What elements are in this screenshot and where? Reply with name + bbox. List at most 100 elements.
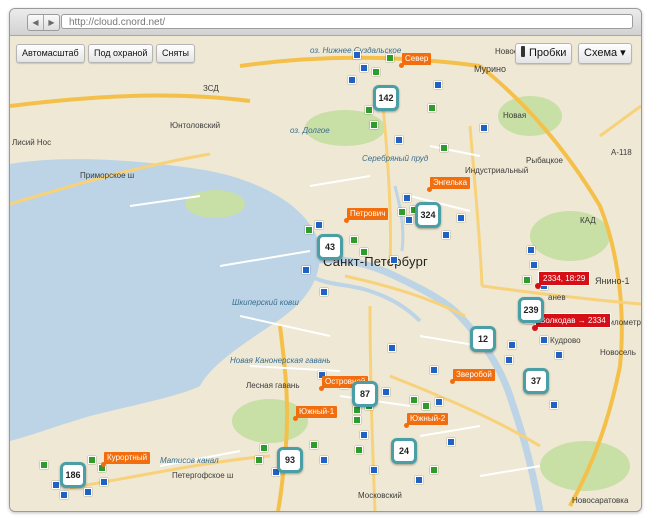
cluster-petrovich[interactable]: 43 (317, 234, 343, 260)
cluster-zverobor[interactable]: 37 (523, 368, 549, 394)
label-yuzhny2[interactable]: Южный-2 (403, 413, 449, 428)
label-petrovich[interactable]: Петрович (343, 208, 389, 223)
place-anevka: анев (548, 293, 566, 302)
green-marker[interactable] (422, 402, 430, 410)
road-a118 (599, 104, 641, 138)
blue-marker[interactable] (382, 388, 390, 396)
traffic-label: Пробки (529, 47, 567, 59)
blue-marker[interactable] (353, 51, 361, 59)
cluster-yuzhny1[interactable]: 93 (277, 447, 303, 473)
green-marker[interactable] (372, 68, 380, 76)
cluster-yuzhny2[interactable]: 24 (391, 438, 417, 464)
blue-marker[interactable] (315, 221, 323, 229)
alert-label-2[interactable]: Волкодав → 2334 (532, 313, 611, 331)
blue-marker[interactable] (442, 231, 450, 239)
green-marker[interactable] (386, 54, 394, 62)
green-marker[interactable] (440, 144, 448, 152)
place-novoselye: Новосель (600, 348, 636, 357)
park-east (530, 211, 610, 261)
blue-marker[interactable] (550, 401, 558, 409)
cluster-east[interactable]: 239 (518, 297, 544, 323)
blue-marker[interactable] (360, 64, 368, 72)
green-marker[interactable] (255, 456, 263, 464)
address-bar[interactable]: http://cloud.cnord.net/ (61, 14, 633, 29)
blue-marker[interactable] (302, 266, 310, 274)
disarmed-filter-button[interactable]: Сняты (156, 44, 195, 63)
blue-marker[interactable] (403, 194, 411, 202)
blue-marker[interactable] (52, 481, 60, 489)
cluster-engelka[interactable]: 324 (415, 202, 441, 228)
green-marker[interactable] (365, 106, 373, 114)
green-marker[interactable] (40, 461, 48, 469)
blue-marker[interactable] (457, 214, 465, 222)
green-marker[interactable] (370, 121, 378, 129)
blue-marker[interactable] (480, 124, 488, 132)
place-moskovsky: Московский (358, 491, 402, 500)
label-yuzhny1[interactable]: Южный-1 (292, 406, 338, 421)
small-river (393, 185, 405, 252)
park-west (185, 190, 245, 218)
label-kurortny[interactable]: Курортный (100, 452, 151, 467)
blue-marker[interactable] (508, 341, 516, 349)
forward-arrow-icon[interactable]: ▶ (43, 15, 59, 30)
green-marker[interactable] (305, 226, 313, 234)
green-marker[interactable] (355, 446, 363, 454)
green-marker[interactable] (523, 276, 531, 284)
blue-marker[interactable] (320, 288, 328, 296)
road-label-kad: КАД (580, 216, 596, 225)
cluster-center[interactable]: 12 (470, 326, 496, 352)
back-arrow-icon[interactable]: ◀ (28, 15, 43, 30)
blue-marker[interactable] (415, 476, 423, 484)
traffic-button[interactable]: Пробки (515, 43, 573, 64)
ring-road (478, 64, 624, 507)
label-sever[interactable]: Север (398, 53, 432, 68)
map-type-dropdown[interactable]: Схема ▾ (578, 43, 632, 64)
blue-marker[interactable] (395, 136, 403, 144)
place-murino: Мурино (474, 64, 507, 74)
browser-toolbar: ◀ ▶ http://cloud.cnord.net/ (10, 9, 641, 36)
green-marker[interactable] (410, 396, 418, 404)
place-novaya: Новая (503, 111, 527, 120)
blue-marker[interactable] (360, 431, 368, 439)
blue-marker[interactable] (430, 366, 438, 374)
armed-filter-button[interactable]: Под охраной (88, 44, 154, 63)
place-kilometr: километр (606, 318, 641, 327)
green-marker[interactable] (398, 208, 406, 216)
label-zverobor[interactable]: Зверобой (450, 369, 495, 384)
blue-marker[interactable] (348, 76, 356, 84)
place-novosaratovka: Новосаратовка (572, 496, 629, 505)
green-marker[interactable] (260, 444, 268, 452)
place-lesnaya: Лесная гавань (246, 381, 300, 390)
green-marker[interactable] (350, 236, 358, 244)
green-marker[interactable] (353, 416, 361, 424)
green-marker[interactable] (428, 104, 436, 112)
alert-label-1[interactable]: 2334, 18:29 (534, 271, 591, 289)
blue-marker[interactable] (527, 246, 535, 254)
blue-marker[interactable] (388, 344, 396, 352)
label-engelka[interactable]: Энгелька (426, 177, 471, 192)
green-marker[interactable] (88, 456, 96, 464)
blue-marker[interactable] (505, 356, 513, 364)
green-marker[interactable] (430, 466, 438, 474)
green-marker[interactable] (353, 406, 361, 414)
blue-marker[interactable] (320, 456, 328, 464)
blue-marker[interactable] (370, 466, 378, 474)
auto-scale-button[interactable]: Автомасштаб (16, 44, 85, 63)
blue-marker[interactable] (447, 438, 455, 446)
blue-marker[interactable] (530, 261, 538, 269)
blue-marker[interactable] (390, 256, 398, 264)
blue-marker[interactable] (434, 81, 442, 89)
blue-marker[interactable] (555, 351, 563, 359)
green-marker[interactable] (360, 248, 368, 256)
blue-marker[interactable] (405, 216, 413, 224)
blue-marker[interactable] (540, 336, 548, 344)
cluster-sever[interactable]: 142 (373, 85, 399, 111)
blue-marker[interactable] (60, 491, 68, 499)
map-canvas[interactable]: Санкт-Петербург Мурино Новое Девяткино Р… (10, 36, 641, 511)
cluster-kurortny[interactable]: 186 (60, 462, 86, 488)
blue-marker[interactable] (84, 488, 92, 496)
cluster-ostrovnoy[interactable]: 87 (352, 381, 378, 407)
green-marker[interactable] (310, 441, 318, 449)
blue-marker[interactable] (100, 478, 108, 486)
blue-marker[interactable] (435, 398, 443, 406)
